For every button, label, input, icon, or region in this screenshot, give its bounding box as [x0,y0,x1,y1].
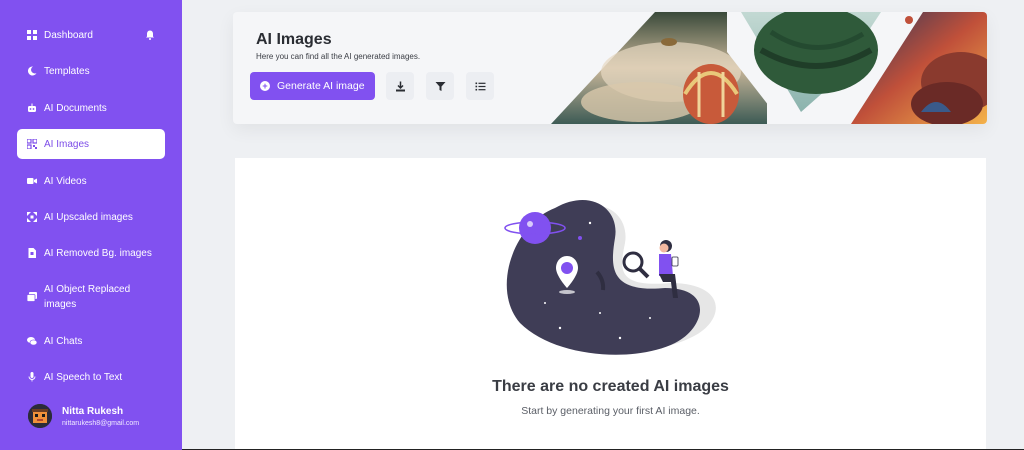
user-name: Nitta Rukesh [62,405,124,417]
chat-icon [27,336,37,346]
filter-icon [435,81,445,91]
qrcode-icon [27,139,37,149]
filter-button[interactable] [426,72,454,100]
page-subtitle: Here you can find all the AI generated i… [256,52,421,61]
sidebar-item-label: Templates [44,65,90,77]
banner-artwork [551,12,987,124]
sidebar-item-ai-videos[interactable]: AI Videos [17,166,165,196]
download-icon [395,81,405,91]
sidebar-item-label: Dashboard [44,29,93,41]
sidebar-item-dashboard[interactable]: Dashboard [17,20,165,50]
list-view-button[interactable] [466,72,494,100]
sidebar-item-label: AI Upscaled images [44,211,133,223]
download-button[interactable] [386,72,414,100]
sidebar-item-ai-images[interactable]: AI Images [17,129,165,159]
microphone-icon [27,372,37,382]
empty-state-card: There are no created AI images Start by … [235,158,986,450]
list-icon [475,82,485,90]
user-profile[interactable]: Nitta Rukesh nittarukesh8@gmail.com [28,404,139,428]
sidebar-item-ai-chats[interactable]: AI Chats [17,326,165,356]
header-card: AI Images Here you can find all the AI g… [233,12,987,124]
file-icon [27,248,37,258]
sidebar-item-ai-upscaled-images[interactable]: AI Upscaled images [17,202,165,232]
sidebar-item-label: AI Object Replaced images [44,284,131,310]
sidebar-item-label: AI Speech to Text [44,371,123,383]
sidebar-item-label: AI Images [44,138,90,150]
user-email: nittarukesh8@gmail.com [62,419,140,427]
moon-icon [27,66,37,76]
images-icon [27,292,37,302]
sidebar-item-templates[interactable]: Templates [17,56,165,86]
sidebar-item-ai-removed-bg-images[interactable]: AI Removed Bg. images [17,238,165,268]
sidebar-item-label: AI Videos [44,175,87,187]
generate-ai-image-button[interactable]: + Generate AI image [250,72,375,100]
sidebar-item-label: AI Documents [44,102,107,114]
video-icon [27,176,37,186]
page-title: AI Images [256,31,332,48]
plus-circle-icon: + [260,81,270,91]
generate-ai-image-label: Generate AI image [277,80,365,92]
sidebar: Dashboard Templates AI Documents AI Imag… [0,0,182,450]
dashboard-icon [27,30,37,40]
sidebar-item-label: AI Removed Bg. images [44,247,152,259]
avatar [28,404,52,428]
empty-state-title: There are no created AI images [492,378,729,395]
empty-state-illustration [504,199,716,355]
sidebar-item-ai-documents[interactable]: AI Documents [17,93,165,123]
sidebar-item-label: AI Chats [44,335,83,347]
bell-icon[interactable] [145,30,155,40]
empty-state-subtitle: Start by generating your first AI image. [521,405,700,417]
robot-icon [27,103,37,113]
upscale-icon [27,212,37,222]
sidebar-item-ai-speech-to-text[interactable]: AI Speech to Text [17,362,165,392]
sidebar-item-ai-object-replaced-images[interactable]: AI Object Replaced images [17,280,165,314]
